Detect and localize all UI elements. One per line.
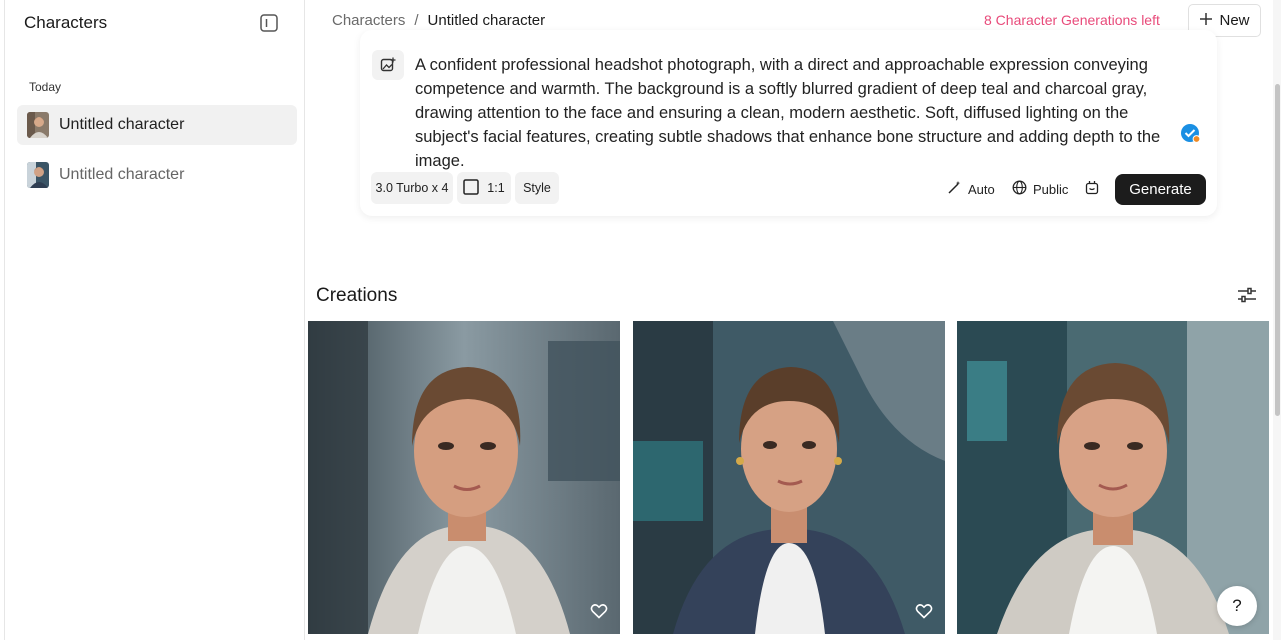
creation-image[interactable] [633,321,945,634]
magic-wand-icon [947,180,962,198]
breadcrumb-current: Untitled character [427,12,546,29]
aspect-ratio-select[interactable]: 1:1 [457,172,511,204]
creation-image[interactable] [957,321,1269,634]
help-button[interactable]: ? [1217,586,1257,626]
filter-sliders-icon[interactable] [1236,285,1258,305]
sidebar-item-character-2[interactable]: Untitled character [17,155,297,195]
sidebar: Characters Today Untitled character Unti… [4,0,305,640]
square-icon [463,178,480,198]
plus-icon [1199,12,1213,30]
verified-badge-icon [1180,123,1201,143]
prompt-card: A confident professional headshot photog… [360,30,1217,216]
favorite-heart-icon[interactable] [590,602,608,620]
favorite-heart-icon[interactable] [915,602,933,620]
image-upload-icon[interactable] [372,50,404,80]
sidebar-item-character-1[interactable]: Untitled character [17,105,297,145]
character-avatar [27,112,49,138]
breadcrumb: Characters / Untitled character [332,12,545,29]
visibility-toggle[interactable]: Public [1012,180,1068,198]
breadcrumb-separator: / [414,12,419,29]
creations-title: Creations [316,285,398,306]
sidebar-section-today: Today [29,80,62,94]
sidebar-item-label: Untitled character [59,116,185,133]
character-avatar [27,162,49,188]
visibility-label: Public [1033,181,1069,197]
scrollbar-thumb[interactable] [1275,84,1280,416]
sidebar-item-label: Untitled character [59,166,185,183]
prompt-input[interactable]: A confident professional headshot photog… [415,53,1195,173]
generate-button[interactable]: Generate [1115,174,1206,205]
creation-image[interactable] [308,321,620,634]
sidebar-toggle-icon[interactable] [259,13,279,33]
auto-label: Auto [968,181,995,197]
character-preset-icon[interactable] [1085,180,1099,195]
breadcrumb-characters-link[interactable]: Characters [332,12,405,29]
model-select[interactable]: 3.0 Turbo x 4 [371,172,453,204]
globe-icon [1012,180,1027,198]
sidebar-title: Characters [24,13,108,32]
aspect-ratio-label: 1:1 [487,181,505,195]
generations-left-text: 8 Character Generations left [984,12,1160,28]
new-button-label: New [1219,12,1250,29]
style-button[interactable]: Style [515,172,559,204]
auto-toggle[interactable]: Auto [947,180,995,198]
